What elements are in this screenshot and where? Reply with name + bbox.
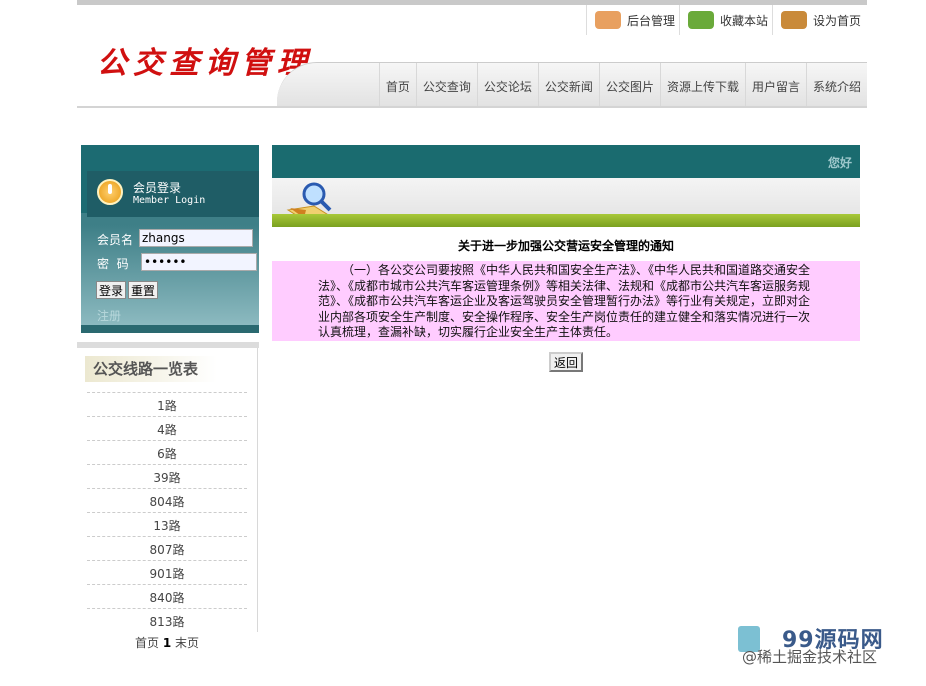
route-item[interactable]: 804路 — [87, 488, 247, 512]
homepage-link[interactable]: 设为首页 — [771, 5, 865, 35]
site-title: 公交查询管理 — [97, 46, 313, 81]
login-form: 会员名 密 码 登录 重置 注册 — [81, 225, 259, 329]
username-label: 会员名 — [97, 233, 134, 247]
route-item[interactable]: 13路 — [87, 512, 247, 536]
favorite-link[interactable]: 收藏本站 — [678, 5, 772, 35]
pager-last[interactable]: 末页 — [175, 636, 199, 650]
login-header: 会员登录 Member Login — [87, 171, 259, 217]
pager-first[interactable]: 首页 — [135, 636, 159, 650]
main-nav: 首页 公交查询 公交论坛 公交新闻 公交图片 资源上传下载 用户留言 系统介绍 — [277, 62, 867, 107]
greeting: 您好 — [827, 156, 852, 170]
home-icon — [780, 11, 807, 29]
route-item[interactable]: 39路 — [87, 464, 247, 488]
nav-item-about[interactable]: 系统介绍 — [805, 63, 867, 107]
login-title: 会员登录 — [133, 181, 182, 195]
pager: 首页 1 末页 — [135, 634, 199, 651]
header-divider — [77, 106, 867, 108]
route-list-title: 公交线路一览表 — [85, 356, 217, 382]
route-list-panel: 公交线路一览表 1路 4路 6路 39路 804路 13路 807路 901路 … — [77, 342, 259, 650]
nav-item-forum[interactable]: 公交论坛 — [476, 63, 538, 107]
favorite-link-label: 收藏本站 — [719, 13, 768, 28]
route-item[interactable]: 4路 — [87, 416, 247, 440]
route-item[interactable]: 1路 — [87, 392, 247, 416]
admin-link[interactable]: 后台管理 — [585, 5, 679, 35]
password-input[interactable] — [141, 253, 257, 271]
route-item[interactable]: 901路 — [87, 560, 247, 584]
pager-current: 1 — [162, 636, 172, 650]
admin-link-label: 后台管理 — [626, 13, 675, 28]
top-links: 后台管理 收藏本站 设为首页 — [585, 5, 865, 35]
username-input[interactable] — [139, 229, 253, 247]
nav-item-bus-query[interactable]: 公交查询 — [415, 63, 477, 107]
nav-item-downloads[interactable]: 资源上传下载 — [659, 63, 745, 107]
nav-item-news[interactable]: 公交新闻 — [537, 63, 599, 107]
login-subtitle: Member Login — [133, 195, 206, 206]
notice-body: （一）各公交公司要按照《中华人民共和国安全生产法》、《中华人民共和国道路交通安全… — [272, 261, 860, 341]
back-button[interactable]: 返回 — [549, 352, 584, 372]
reset-button[interactable]: 重置 — [128, 281, 159, 299]
route-item[interactable]: 813路 — [87, 608, 247, 632]
nav-item-home[interactable]: 首页 — [378, 63, 416, 107]
register-link[interactable]: 注册 — [97, 307, 121, 324]
content-banner — [272, 178, 860, 221]
nav-item-images[interactable]: 公交图片 — [598, 63, 660, 107]
route-item[interactable]: 840路 — [87, 584, 247, 608]
watermark: 99源码网 @稀土掘金技术社区 — [738, 622, 918, 672]
main-header-bar: 您好 — [272, 145, 860, 178]
favorite-icon — [687, 11, 714, 29]
homepage-link-label: 设为首页 — [812, 13, 861, 28]
route-item[interactable]: 807路 — [87, 536, 247, 560]
login-button[interactable]: 登录 — [96, 281, 127, 299]
notice-title: 关于进一步加强公交营运安全管理的通知 — [457, 239, 674, 253]
green-divider — [272, 214, 860, 227]
password-label: 密 码 — [97, 257, 129, 271]
power-icon — [97, 179, 123, 205]
page: 公交查询管理 后台管理 收藏本站 设为首页 首页 公交查询 公交论坛 公交新闻 … — [77, 0, 867, 686]
route-list: 1路 4路 6路 39路 804路 13路 807路 901路 840路 813… — [87, 392, 247, 632]
login-panel: 会员登录 Member Login 会员名 密 码 登录 重置 注册 — [81, 145, 259, 333]
admin-icon — [594, 11, 621, 29]
watermark-sub: @稀土掘金技术社区 — [742, 648, 878, 666]
route-item[interactable]: 6路 — [87, 440, 247, 464]
nav-item-messages[interactable]: 用户留言 — [744, 63, 806, 107]
